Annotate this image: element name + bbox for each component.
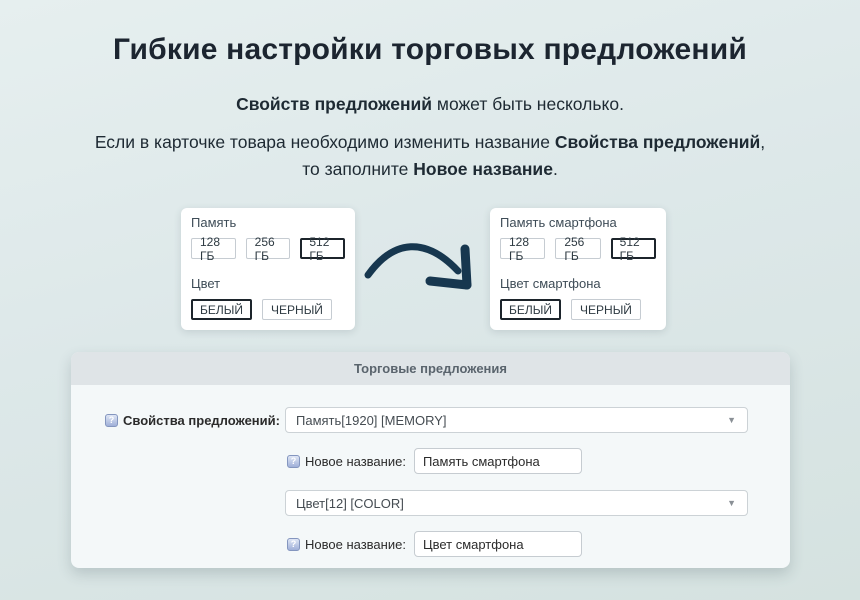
example-card-after: Память смартфона 128 ГБ 256 ГБ 512 ГБ Цв… — [490, 208, 666, 330]
description-paragraph: Если в карточке товара необходимо измени… — [90, 129, 770, 183]
trade-offers-panel: Торговые предложения ? Свойства предложе… — [71, 352, 790, 568]
property-select-memory[interactable]: Память[1920] [MEMORY] ▼ — [285, 407, 748, 433]
option-button-512gb[interactable]: 512 ГБ — [300, 238, 345, 259]
property-select-color[interactable]: Цвет[12] [COLOR] ▼ — [285, 490, 748, 516]
option-button-black[interactable]: ЧЕРНЫЙ — [262, 299, 332, 320]
chevron-down-icon: ▼ — [727, 498, 736, 508]
color-options-row: БЕЛЫЙ ЧЕРНЫЙ — [191, 299, 345, 320]
option-button-512gb[interactable]: 512 ГБ — [611, 238, 656, 259]
new-name-row-color: ? Новое название: — [287, 531, 582, 557]
color-options-row: БЕЛЫЙ ЧЕРНЫЙ — [500, 299, 656, 320]
paragraph-text: Если в карточке товара необходимо измени… — [95, 132, 555, 152]
help-icon[interactable]: ? — [287, 455, 300, 468]
subtitle-bold-text: Свойств предложений — [236, 94, 432, 114]
paragraph-bold-new-name: Новое название — [413, 159, 553, 179]
option-button-black[interactable]: ЧЕРНЫЙ — [571, 299, 641, 320]
panel-header: Торговые предложения — [71, 352, 790, 385]
property-label-color-renamed: Цвет смартфона — [500, 276, 656, 291]
page-title: Гибкие настройки торговых предложений — [0, 33, 860, 67]
subtitle-rest-text: может быть несколько. — [432, 94, 624, 114]
property-select-memory-value: Память[1920] [MEMORY] — [296, 413, 447, 428]
help-icon[interactable]: ? — [287, 538, 300, 551]
option-button-256gb[interactable]: 256 ГБ — [246, 238, 291, 259]
new-name-input-color[interactable] — [414, 531, 582, 557]
option-button-128gb[interactable]: 128 ГБ — [500, 238, 545, 259]
memory-options-row: 128 ГБ 256 ГБ 512 ГБ — [500, 238, 656, 259]
example-card-before: Память 128 ГБ 256 ГБ 512 ГБ Цвет БЕЛЫЙ Ч… — [181, 208, 355, 330]
option-button-white[interactable]: БЕЛЫЙ — [191, 299, 252, 320]
offer-properties-label: Свойства предложений: — [123, 413, 280, 428]
help-icon[interactable]: ? — [105, 414, 118, 427]
new-name-row-memory: ? Новое название: — [287, 448, 582, 474]
property-select-color-value: Цвет[12] [COLOR] — [296, 496, 404, 511]
new-name-input-memory[interactable] — [414, 448, 582, 474]
chevron-down-icon: ▼ — [727, 415, 736, 425]
new-name-label: Новое название: — [305, 454, 406, 469]
option-button-128gb[interactable]: 128 ГБ — [191, 238, 236, 259]
property-label-color: Цвет — [191, 276, 345, 291]
new-name-label: Новое название: — [305, 537, 406, 552]
option-button-white[interactable]: БЕЛЫЙ — [500, 299, 561, 320]
page-background: Гибкие настройки торговых предложений Св… — [0, 0, 860, 600]
transform-arrow-icon — [360, 229, 478, 293]
memory-options-row: 128 ГБ 256 ГБ 512 ГБ — [191, 238, 345, 259]
subtitle: Свойств предложений может быть несколько… — [0, 94, 860, 115]
paragraph-text: . — [553, 159, 558, 179]
paragraph-bold-offer-props: Свойства предложений — [555, 132, 760, 152]
property-label-memory-renamed: Память смартфона — [500, 215, 656, 230]
option-button-256gb[interactable]: 256 ГБ — [555, 238, 600, 259]
property-label-memory: Память — [191, 215, 345, 230]
